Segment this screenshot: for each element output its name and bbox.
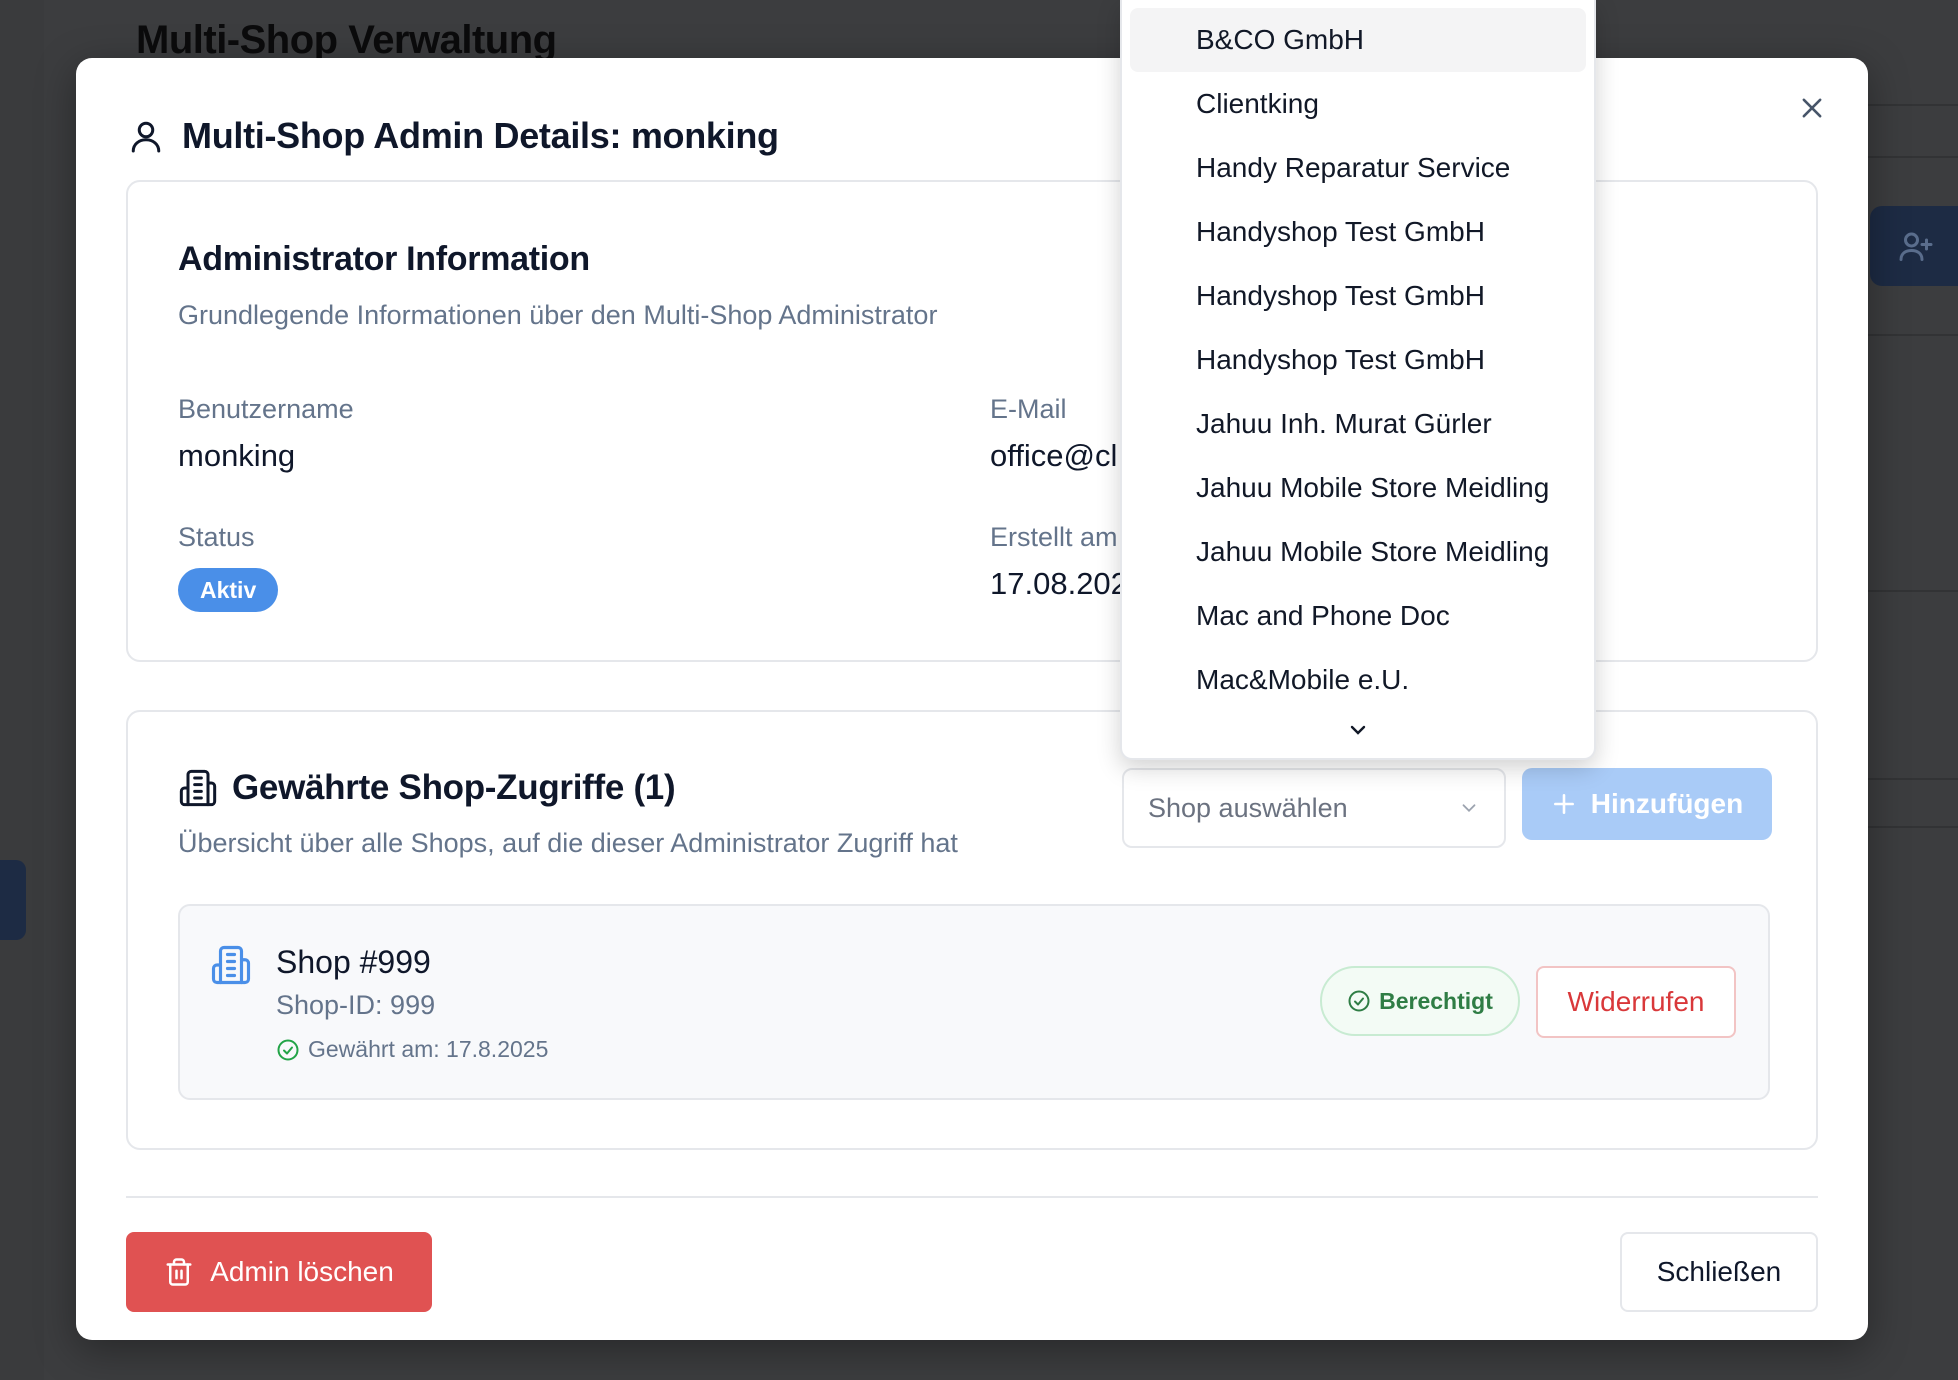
shop-access-subtitle: Übersicht über alle Shops, auf die diese… <box>178 828 958 858</box>
dropdown-option[interactable]: Handyshop Test GmbH <box>1130 200 1586 264</box>
shop-granted-date: Gewährt am: 17.8.2025 <box>276 1036 548 1063</box>
dropdown-option[interactable]: Mac and Phone Doc <box>1130 584 1586 648</box>
shop-name: Shop #999 <box>276 944 431 980</box>
add-shop-label: Hinzufügen <box>1590 788 1744 819</box>
dropdown-option[interactable]: Mac&Mobile e.U. <box>1130 648 1586 712</box>
shop-access-card: Gewährte Shop-Zugriffe (1) Übersicht übe… <box>126 710 1818 1150</box>
revoke-button[interactable]: Widerrufen <box>1536 966 1736 1038</box>
close-modal-button[interactable] <box>1792 88 1832 128</box>
dropdown-options: B&CO GmbH Clientking Handy Reparatur Servi… <box>1130 8 1586 712</box>
close-icon <box>1802 98 1822 118</box>
add-shop-button[interactable]: Hinzufügen <box>1522 768 1772 840</box>
check-circle-icon <box>277 1039 299 1060</box>
email-value: office@cl <box>990 438 1118 473</box>
shop-access-title: Gewährte Shop-Zugriffe (1) <box>232 768 676 807</box>
username-label: Benutzername <box>178 394 354 424</box>
modal-title: Multi-Shop Admin Details: monking <box>182 115 779 156</box>
dropdown-option[interactable]: Clientking <box>1130 72 1586 136</box>
close-button[interactable]: Schließen <box>1620 1232 1818 1312</box>
authorized-badge-label: Berechtigt <box>1379 987 1493 1014</box>
created-value: 17.08.202 <box>990 566 1128 601</box>
shop-access-item: Shop #999 Shop-ID: 999 Gewährt am: 17.8.… <box>178 904 1770 1100</box>
footer-divider <box>126 1196 1818 1198</box>
authorized-badge: Berechtigt <box>1320 966 1520 1036</box>
info-card-title: Administrator Information <box>178 240 590 278</box>
info-card-subtitle: Grundlegende Informationen über den Mult… <box>178 300 938 330</box>
delete-admin-label: Admin löschen <box>210 1256 394 1287</box>
user-plus-icon <box>1899 232 1933 261</box>
email-label: E-Mail <box>990 394 1067 424</box>
building-icon <box>211 945 251 985</box>
status-label: Status <box>178 522 255 552</box>
admin-details-modal: Multi-Shop Admin Details: monking Admini… <box>76 58 1868 1340</box>
chevron-down-icon <box>1350 725 1366 735</box>
shop-select-dropdown: B&CO GmbH Clientking Handy Reparatur Servi… <box>1120 0 1596 760</box>
trash-icon <box>166 1258 192 1286</box>
dropdown-option[interactable]: B&CO GmbH <box>1130 8 1586 72</box>
building-icon <box>179 769 217 807</box>
shop-select[interactable]: Shop auswählen <box>1122 768 1506 848</box>
status-badge: Aktiv <box>178 568 279 612</box>
dropdown-option[interactable]: Jahuu Inh. Murat Gürler <box>1130 392 1586 456</box>
dropdown-option[interactable]: Jahuu Mobile Store Meidling <box>1130 456 1586 520</box>
shop-access-header: Gewährte Shop-Zugriffe (1) <box>178 768 676 808</box>
dropdown-option[interactable]: Handyshop Test GmbH <box>1130 264 1586 328</box>
shop-granted-text: Gewährt am: 17.8.2025 <box>308 1036 549 1062</box>
dropdown-scroll-down[interactable] <box>1130 712 1586 748</box>
username-value: monking <box>178 438 296 473</box>
background-page-title: Multi-Shop Verwaltung <box>136 18 557 62</box>
dropdown-option[interactable]: Handy Reparatur Service <box>1130 136 1586 200</box>
background-add-admin-button <box>1870 206 1958 286</box>
shop-id: Shop-ID: 999 <box>276 990 436 1020</box>
created-label: Erstellt am <box>990 522 1118 552</box>
shop-select-placeholder: Shop auswählen <box>1148 792 1348 823</box>
chevron-down-icon <box>1462 804 1476 813</box>
modal-header: Multi-Shop Admin Details: monking <box>128 106 779 166</box>
dropdown-option[interactable]: Jahuu Mobile Store Meidling <box>1130 520 1586 584</box>
check-circle-icon <box>1348 990 1370 1012</box>
dropdown-option[interactable]: Handyshop Test GmbH <box>1130 328 1586 392</box>
plus-icon <box>1553 794 1574 814</box>
user-icon <box>131 121 161 153</box>
delete-admin-button[interactable]: Admin löschen <box>126 1232 432 1312</box>
background-sidebar-button <box>0 860 26 940</box>
